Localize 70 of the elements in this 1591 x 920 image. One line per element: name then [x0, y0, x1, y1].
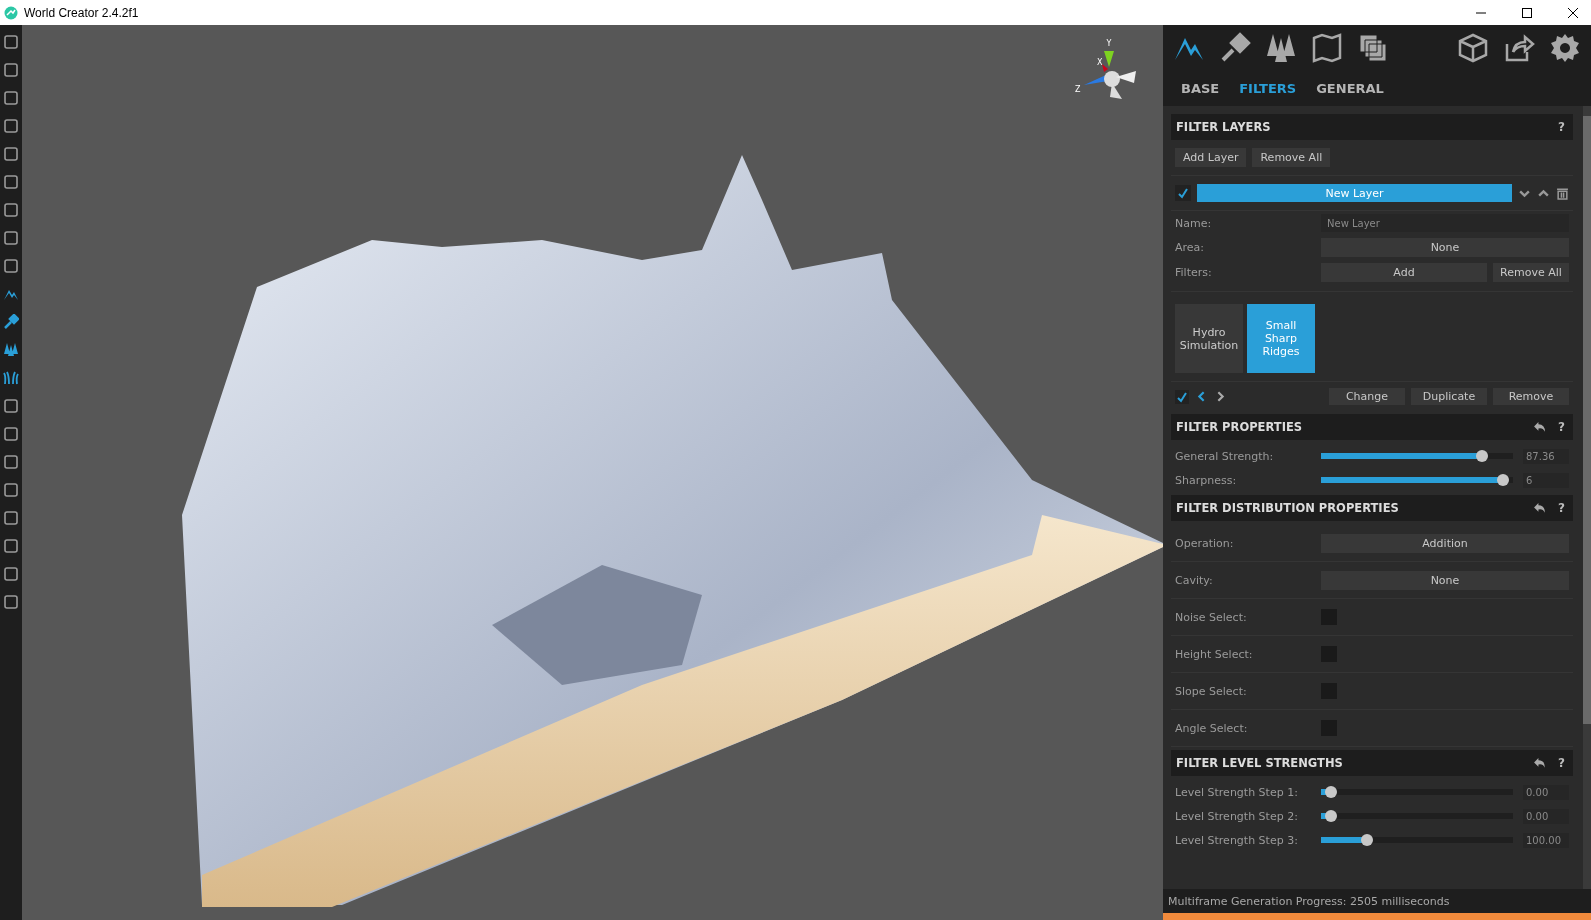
- field-label: Angle Select:: [1175, 721, 1249, 735]
- help-button[interactable]: ?: [1558, 420, 1565, 434]
- section-title: FILTER PROPERTIES: [1176, 420, 1303, 434]
- filter-card[interactable]: Hydro Simulation: [1175, 304, 1243, 373]
- field-label: Slope Select:: [1175, 684, 1248, 698]
- slider-thumb[interactable]: [1360, 834, 1373, 846]
- dropdown[interactable]: Addition: [1321, 533, 1569, 553]
- trees-icon[interactable]: [3, 342, 19, 358]
- layer-checkbox[interactable]: [1175, 185, 1191, 201]
- field-label: Noise Select:: [1175, 610, 1248, 624]
- slider-track[interactable]: [1321, 474, 1513, 486]
- add-filter-button[interactable]: Add: [1321, 263, 1487, 282]
- cube-icon[interactable]: [1457, 31, 1489, 64]
- slider-track[interactable]: [1321, 786, 1513, 798]
- slider-value[interactable]: 87.36: [1523, 448, 1569, 464]
- field-label: Height Select:: [1175, 647, 1254, 661]
- filter-action-button[interactable]: Remove: [1493, 388, 1569, 405]
- scrollbar-thumb[interactable]: [1583, 116, 1591, 724]
- reset-arrow-icon[interactable]: [1533, 420, 1547, 434]
- filter-checkbox[interactable]: [1175, 389, 1189, 404]
- field-label: Name:: [1175, 216, 1213, 230]
- window-title: World Creator 2.4.2f1: [24, 5, 139, 20]
- slider-label: Level Strength Step 1:: [1175, 785, 1299, 799]
- slider-label: Sharpness:: [1175, 473, 1238, 487]
- name-input-field[interactable]: New Layer: [1321, 214, 1569, 232]
- slider-track[interactable]: [1321, 810, 1513, 822]
- brush-icon[interactable]: [1219, 31, 1251, 64]
- slider-track[interactable]: [1321, 450, 1513, 462]
- layer-action-button[interactable]: Remove All: [1252, 148, 1331, 167]
- grass-icon[interactable]: [3, 370, 19, 386]
- help-button[interactable]: ?: [1558, 501, 1565, 515]
- filter-action-button[interactable]: Duplicate: [1411, 388, 1487, 405]
- dropdown[interactable]: None: [1321, 570, 1569, 590]
- status-text: Multiframe Generation Progress: 2505 milliseconds: [1168, 894, 1450, 908]
- slider-thumb[interactable]: [1497, 474, 1510, 486]
- close-icon[interactable]: [1567, 6, 1579, 19]
- field-label: Area:: [1175, 241, 1206, 254]
- brush-icon[interactable]: [3, 314, 19, 330]
- slider-label: Level Strength Step 3:: [1175, 833, 1299, 847]
- app-logo-icon: [4, 5, 18, 20]
- section-title: FILTER DISTRIBUTION PROPERTIES: [1176, 501, 1399, 515]
- trash-icon[interactable]: [1556, 186, 1569, 200]
- filter-action-button[interactable]: Change: [1329, 388, 1405, 405]
- help-button[interactable]: ?: [1558, 120, 1565, 134]
- panel-tab[interactable]: FILTERS: [1231, 80, 1305, 96]
- field-label: Operation:: [1175, 536, 1235, 550]
- slider-value[interactable]: 6: [1523, 472, 1569, 488]
- slider-value[interactable]: 0.00: [1523, 808, 1569, 824]
- slider-value[interactable]: 100.00: [1523, 832, 1569, 848]
- reset-arrow-icon[interactable]: [1533, 756, 1547, 770]
- slider-thumb[interactable]: [1324, 786, 1337, 798]
- panel-tab[interactable]: GENERAL: [1308, 80, 1392, 96]
- remove-all-filters-button[interactable]: Remove All: [1493, 263, 1569, 282]
- slider-thumb[interactable]: [1324, 810, 1337, 822]
- layer-action-button[interactable]: Add Layer: [1175, 148, 1247, 167]
- slider-value[interactable]: 0.00: [1523, 784, 1569, 800]
- field-label: Filters:: [1175, 266, 1213, 279]
- section-title: FILTER LEVEL STRENGTHS: [1176, 756, 1343, 770]
- maximize-icon[interactable]: [1521, 6, 1533, 19]
- section-title: FILTER LAYERS: [1176, 120, 1271, 134]
- field-label: Cavity:: [1175, 573, 1214, 587]
- slider-thumb[interactable]: [1475, 450, 1488, 462]
- panel-tab[interactable]: BASE: [1173, 80, 1228, 96]
- slider-label: General Strength:: [1175, 449, 1275, 463]
- area-dropdown[interactable]: None: [1321, 238, 1569, 257]
- slider-track[interactable]: [1321, 834, 1513, 846]
- slider-label: Level Strength Step 2:: [1175, 809, 1299, 823]
- help-button[interactable]: ?: [1558, 756, 1565, 770]
- reset-arrow-icon[interactable]: [1533, 501, 1547, 515]
- axis-gizmo[interactable]: Y X Z: [1070, 37, 1150, 107]
